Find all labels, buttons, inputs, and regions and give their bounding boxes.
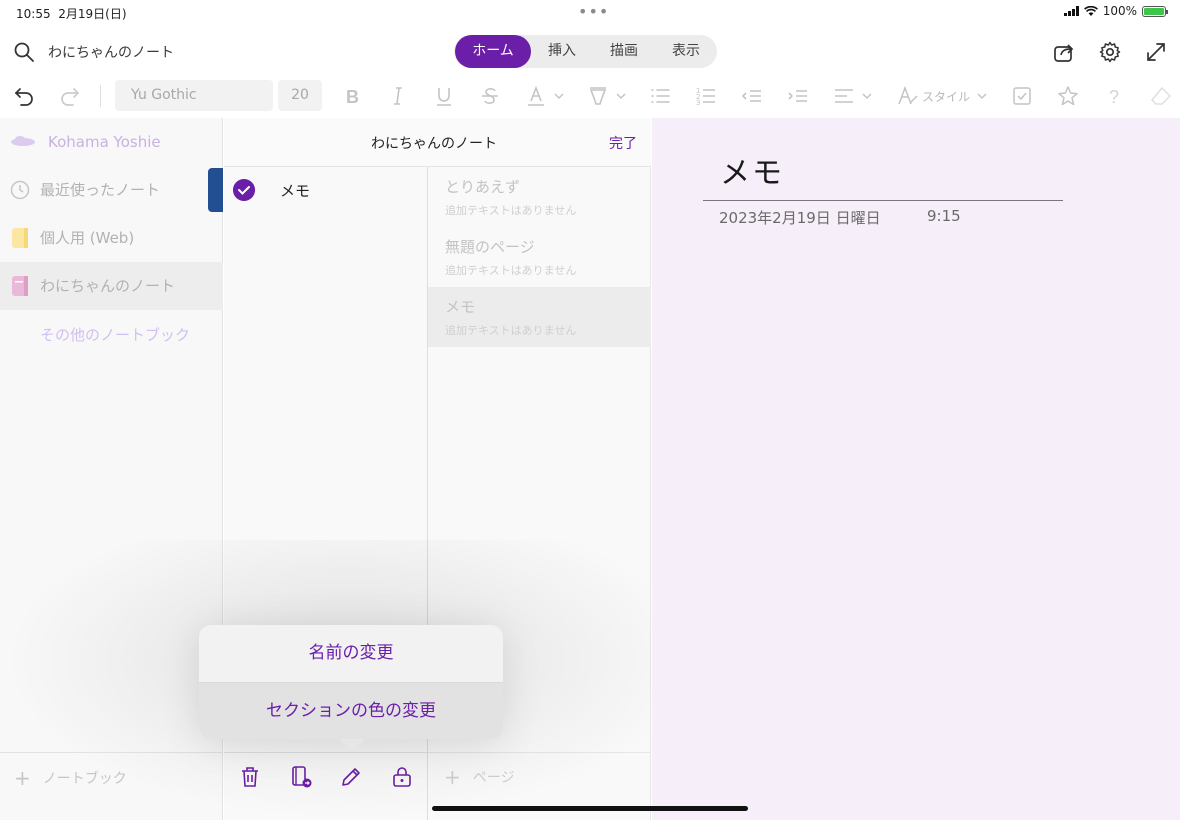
account-name[interactable]: Kohama Yoshie [48, 133, 161, 151]
format-toolbar: Yu Gothic 20 B 123 スタイル ? [0, 76, 1180, 116]
pencil-icon[interactable] [338, 764, 364, 790]
undo-icon[interactable] [12, 84, 36, 108]
multitasking-dots-icon[interactable]: ••• [578, 2, 609, 21]
sidebar-item-label: わにちゃんのノート [40, 277, 176, 295]
plus-icon: + [14, 766, 31, 790]
underline-icon[interactable] [432, 84, 456, 108]
svg-text:B: B [346, 87, 359, 107]
title-underline [703, 200, 1063, 201]
sidebar-item-personal-web[interactable]: 個人用 (Web) [0, 214, 223, 262]
expand-icon[interactable] [1144, 40, 1168, 64]
page-preview: 追加テキストはありません [445, 324, 577, 337]
highlighter-icon[interactable] [586, 84, 630, 108]
todo-checkbox-icon[interactable] [1010, 84, 1034, 108]
sidebar-item-label: 個人用 (Web) [40, 229, 135, 247]
cellular-signal-icon [1063, 6, 1079, 16]
section-context-menu: 名前の変更 セクションの色の変更 [199, 625, 503, 739]
wifi-icon [1083, 5, 1098, 16]
sections-divider [224, 752, 428, 753]
add-page-button[interactable]: + ページ [444, 765, 515, 789]
onenote-app: 10:55 2月19日(日) ••• 100% わにちゃんのノート ホーム 挿入… [0, 0, 1180, 820]
bold-icon[interactable]: B [340, 84, 364, 108]
ribbon-tabs: ホーム 挿入 描画 表示 [454, 35, 717, 68]
add-notebook-label: ノートブック [42, 771, 127, 787]
change-section-color-menu-item[interactable]: セクションの色の変更 [199, 683, 503, 739]
style-pen-icon[interactable] [896, 84, 920, 108]
rename-menu-item[interactable]: 名前の変更 [199, 625, 503, 682]
outdent-icon[interactable] [740, 84, 764, 108]
status-bar: 10:55 2月19日(日) ••• 100% [0, 0, 1180, 24]
add-page-label: ページ [472, 770, 515, 786]
section-color-tab [208, 168, 223, 212]
panel-title: わにちゃんのノート [371, 136, 497, 152]
pages-divider [428, 752, 651, 753]
redo-icon[interactable] [58, 84, 82, 108]
notebooks-sidebar: Kohama Yoshie 最近使ったノート 個人用 (Web) わにちゃんのノ… [0, 118, 223, 820]
checkmark-icon[interactable] [233, 179, 255, 201]
sidebar-divider [0, 752, 223, 753]
trash-icon[interactable] [237, 764, 263, 790]
sidebar-item-label: 最近使ったノート [40, 181, 161, 199]
tab-view[interactable]: 表示 [658, 35, 714, 68]
page-item[interactable]: メモ 追加テキストはありません [428, 287, 651, 347]
indent-icon[interactable] [786, 84, 810, 108]
sidebar-item-wani-notebook[interactable]: わにちゃんのノート [0, 262, 223, 310]
section-label: メモ [280, 182, 311, 200]
cloud-account-icon [11, 136, 35, 146]
numbered-list-icon[interactable]: 123 [694, 84, 718, 108]
page-title-label: とりあえず [445, 178, 521, 196]
share-icon[interactable] [1052, 40, 1076, 64]
page-preview: 追加テキストはありません [445, 264, 577, 277]
lock-icon[interactable] [389, 764, 415, 790]
italic-icon[interactable] [386, 84, 410, 108]
eraser-icon[interactable] [1148, 84, 1172, 108]
section-item-memo[interactable]: メモ [224, 168, 428, 212]
page-title-label: メモ [445, 298, 476, 316]
style-chevron-icon[interactable] [974, 84, 990, 108]
align-icon[interactable] [832, 84, 876, 108]
battery-icon [1142, 5, 1168, 17]
battery-percent: 100% [1102, 4, 1137, 18]
note-date: 2023年2月19日 日曜日 [719, 209, 881, 227]
home-indicator[interactable] [432, 806, 748, 811]
move-section-icon[interactable] [288, 764, 314, 790]
status-time: 10:55 2月19日(日) [16, 7, 127, 21]
page-title-label: 無題のページ [445, 238, 535, 256]
status-indicators: 100% [1063, 4, 1168, 18]
gear-icon[interactable] [1098, 40, 1122, 64]
help-icon[interactable]: ? [1102, 84, 1126, 108]
page-item[interactable]: 無題のページ 追加テキストはありません [428, 227, 651, 287]
note-time: 9:15 [927, 207, 961, 225]
notebook-title: わにちゃんのノート [48, 45, 174, 61]
svg-text:3: 3 [696, 99, 700, 107]
plus-icon: + [444, 765, 461, 789]
svg-text:?: ? [1109, 87, 1119, 107]
font-color-icon[interactable] [524, 84, 568, 108]
star-icon[interactable] [1056, 84, 1080, 108]
font-family-select[interactable]: Yu Gothic [115, 80, 273, 111]
done-button[interactable]: 完了 [609, 133, 637, 153]
strikethrough-icon[interactable] [478, 84, 502, 108]
notebook-pink-icon [12, 276, 28, 296]
add-notebook-button[interactable]: + ノートブック [14, 766, 127, 790]
tab-insert[interactable]: 挿入 [534, 35, 590, 68]
sections-header: わにちゃんのノート 完了 [224, 118, 651, 167]
tab-home[interactable]: ホーム [455, 35, 531, 68]
toolbar-divider [100, 85, 101, 107]
style-dropdown[interactable]: スタイル [922, 88, 970, 105]
bullet-list-icon[interactable] [648, 84, 672, 108]
page-item[interactable]: とりあえず 追加テキストはありません [428, 167, 651, 227]
other-notebooks-link[interactable]: その他のノートブック [40, 324, 190, 345]
sidebar-item-recent[interactable]: 最近使ったノート [0, 166, 223, 214]
notebook-yellow-icon [12, 228, 28, 248]
note-title[interactable]: メモ [720, 148, 784, 192]
page-preview: 追加テキストはありません [445, 204, 577, 217]
tab-draw[interactable]: 描画 [596, 35, 652, 68]
popover-arrow [339, 739, 365, 751]
search-icon[interactable] [12, 40, 36, 64]
clock-icon [10, 180, 30, 200]
note-canvas[interactable]: メモ 2023年2月19日 日曜日 9:15 [652, 118, 1180, 820]
font-size-select[interactable]: 20 [278, 80, 322, 111]
